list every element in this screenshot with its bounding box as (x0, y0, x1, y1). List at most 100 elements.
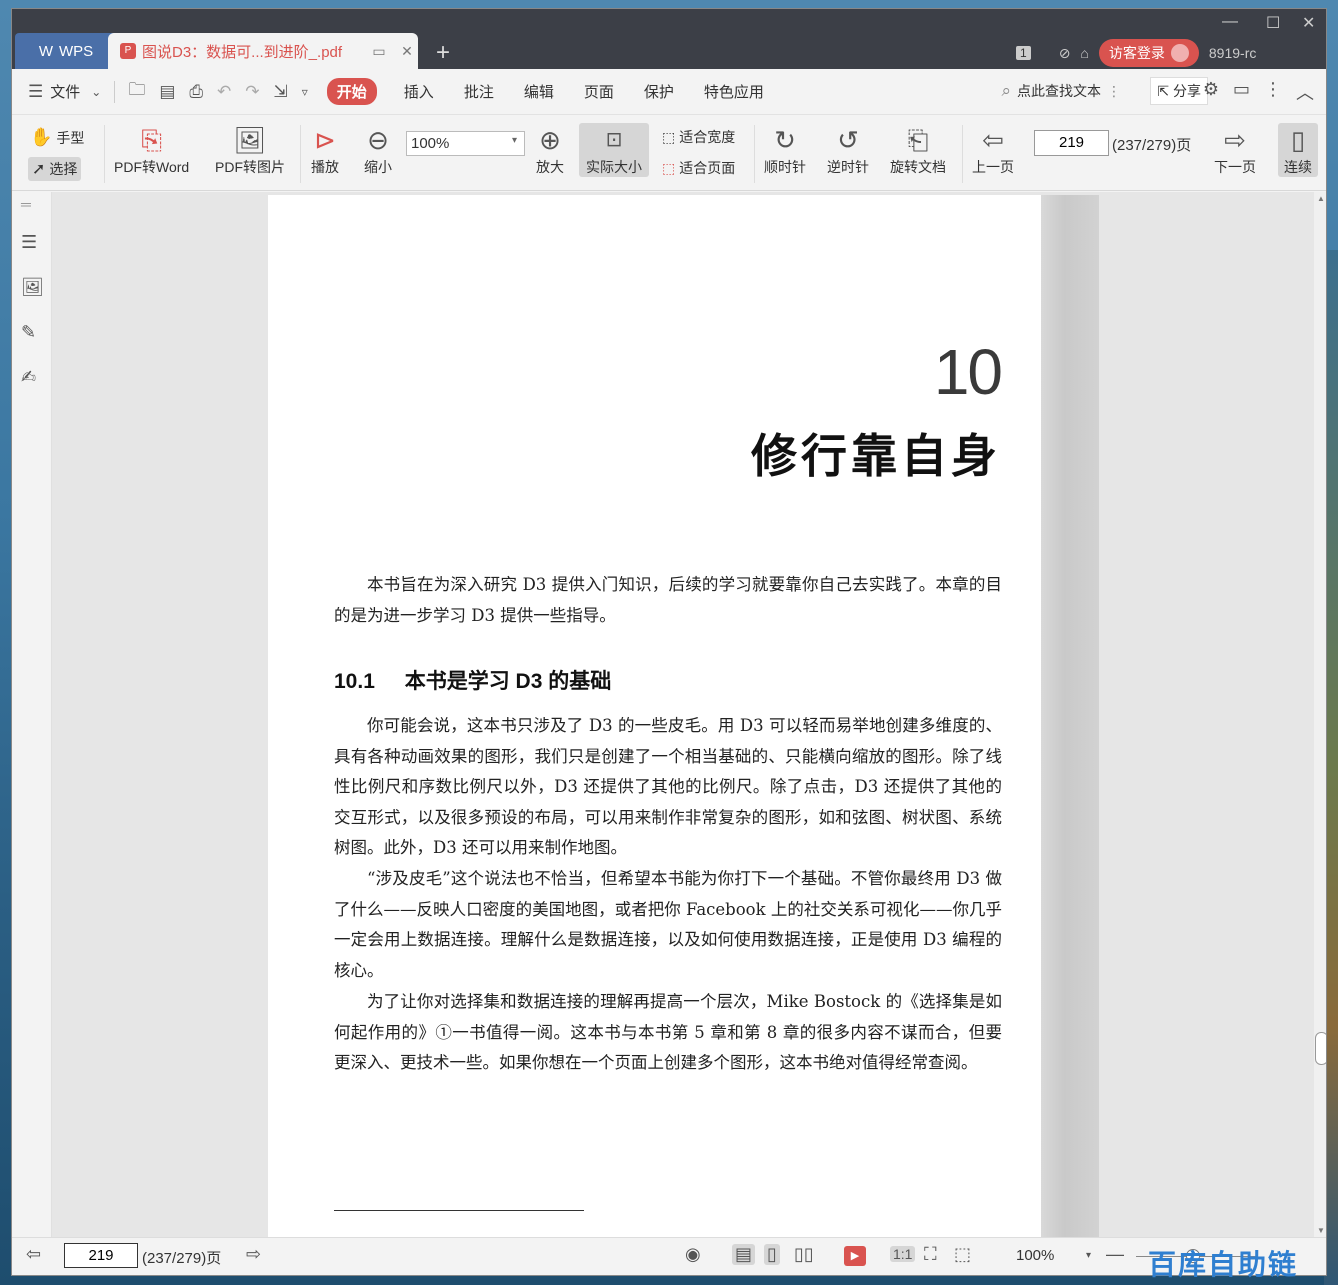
close-window-icon[interactable]: ✕ (1302, 13, 1315, 33)
more-dropdown-icon[interactable]: ▿ (295, 85, 315, 99)
toolbar-divider (754, 125, 755, 183)
settings-gear-icon[interactable]: ⚙ (1203, 79, 1219, 105)
menu-page[interactable]: 页面 (569, 81, 629, 102)
play-button[interactable]: ⊳ 播放 (311, 123, 339, 177)
minimize-icon[interactable]: — (1222, 13, 1238, 31)
menu-file[interactable]: 文件 (50, 81, 84, 102)
status-page-input[interactable]: 219 (64, 1243, 138, 1268)
status-bar: ⇦ 219 (237/279)页 ⇨ ◉ ▤ ▯ ▯▯ ▶ 1:1 ⛶ ⬚ 10… (12, 1237, 1326, 1275)
scroll-down-icon[interactable]: ▼ (1317, 1226, 1325, 1235)
more-options-icon[interactable]: ⋮ (1264, 79, 1282, 105)
thumbnail-image-icon[interactable]: 🖼 (21, 277, 44, 298)
annotation-pen-icon[interactable]: ✎ (21, 322, 36, 343)
actual-size-status-icon[interactable]: 1:1 (890, 1246, 916, 1262)
menu-annotate[interactable]: 批注 (449, 81, 509, 102)
actual-size-button[interactable]: ⊡ 实际大小 (579, 123, 649, 177)
login-label: 访客登录 (1108, 45, 1165, 61)
menu-protect[interactable]: 保护 (629, 81, 689, 102)
prev-page-button[interactable]: ⇦ 上一页 (972, 123, 1014, 177)
menu-special[interactable]: 特色应用 (689, 81, 779, 102)
continuous-view-icon[interactable]: ▤ (732, 1244, 756, 1265)
zoom-dropdown-icon[interactable]: ▾ (1086, 1250, 1091, 1261)
zoom-in-button[interactable]: ⊕ 放大 (536, 123, 564, 177)
share-button[interactable]: ⇱ 分享 (1150, 77, 1208, 105)
user-label: 8919-rc (1208, 45, 1257, 61)
wps-home-tab[interactable]: W WPS (15, 33, 117, 69)
menu-start[interactable]: 开始 (326, 78, 377, 105)
zoom-in-label: 放大 (536, 159, 564, 175)
pdf-to-image-button[interactable]: 🖼 PDF转图片 (215, 123, 285, 177)
undo-icon[interactable]: ↶ (210, 82, 238, 102)
menu-edit[interactable]: 编辑 (509, 81, 569, 102)
signature-icon[interactable]: ✍ (21, 367, 36, 388)
zoom-out-button[interactable]: ⊖ 缩小 (364, 123, 392, 177)
fit-page-status-icon[interactable]: ⛶ (924, 1244, 937, 1265)
rotate-counterclockwise-button[interactable]: ↺ 逆时针 (827, 123, 869, 177)
scroll-up-icon[interactable]: ▲ (1317, 194, 1325, 203)
fit-width-label: 适合宽度 (679, 129, 736, 145)
document-tab[interactable]: P 图说D3：数据可...到进阶_.pdf ▭ ✕ (108, 33, 418, 69)
chapter-title: 修行靠自身 (751, 429, 1001, 483)
collapse-chevron-icon[interactable]: ︿ (1296, 79, 1314, 105)
hamburger-menu-icon[interactable]: ☰ (12, 82, 50, 102)
maximize-icon[interactable]: ☐ (1266, 13, 1280, 33)
rotate-document-button[interactable]: ⎗ 旋转文档 (890, 123, 946, 177)
pin-icon[interactable]: ▭ (368, 43, 390, 60)
new-tab-button[interactable]: + (436, 39, 450, 67)
open-folder-icon[interactable]: 🗀 (121, 77, 152, 106)
slideshow-play-icon[interactable]: ▶ (844, 1246, 866, 1266)
document-viewer[interactable]: 10 修行靠自身 本书旨在为深入研究 D3 提供入门知识，后续的学习就要靠你自己… (52, 192, 1314, 1237)
save-icon[interactable]: ▤ (152, 82, 182, 102)
menu-insert[interactable]: 插入 (389, 81, 449, 102)
login-button[interactable]: 访客登录 (1098, 39, 1199, 67)
outline-icon[interactable]: ☰ (21, 232, 37, 253)
print-icon[interactable]: ⎙ (182, 82, 210, 102)
redo-icon[interactable]: ↷ (238, 82, 266, 102)
sidebar-grip-icon: ═ (21, 196, 31, 212)
chevron-down-icon[interactable]: ⌄ (84, 85, 108, 99)
next-page-button[interactable]: ⇨ 下一页 (1214, 123, 1256, 177)
eye-protection-icon[interactable]: ◉ (685, 1244, 701, 1265)
tab-count-badge[interactable]: 1 (1016, 46, 1031, 60)
search-box[interactable]: ⌕ 点此查找文本 ⋮ (1001, 81, 1121, 101)
zoom-input[interactable]: 100% (406, 131, 525, 156)
play-label: 播放 (311, 159, 339, 175)
rotate-document-label: 旋转文档 (890, 159, 946, 175)
zoom-minus-icon[interactable]: — (1106, 1244, 1124, 1265)
skin-icon[interactable]: ⌂ (1080, 45, 1088, 61)
vertical-scrollbar[interactable]: ▲ ▼ (1314, 192, 1326, 1237)
hand-label: 手型 (56, 129, 85, 146)
pdf-to-word-button[interactable]: ⎘ PDF转Word (114, 123, 189, 177)
status-prev-page-icon[interactable]: ⇦ (26, 1244, 41, 1265)
two-page-icon[interactable]: ▯▯ (794, 1244, 814, 1265)
fit-page-icon: ⬚ (662, 159, 676, 176)
continuous-button[interactable]: ▯ 连续 (1278, 123, 1318, 177)
single-page-icon[interactable]: ▯ (764, 1244, 780, 1265)
more-vertical-icon[interactable]: ⋮ (1107, 83, 1121, 100)
counterclockwise-label: 逆时针 (827, 159, 869, 175)
watermark-logo: 百库自助链 (1148, 1248, 1299, 1281)
document-tab-title: 图说D3：数据可...到进阶_.pdf (142, 43, 343, 61)
fit-page-button[interactable]: ⬚ 适合页面 (662, 158, 735, 178)
fit-width-button[interactable]: ⬚ 适合宽度 (662, 127, 735, 147)
toolbar-divider (104, 125, 105, 183)
pdf-file-icon: P (120, 43, 136, 59)
hand-tool[interactable]: ✋ 手型 (30, 127, 84, 148)
status-next-page-icon[interactable]: ⇨ (246, 1244, 261, 1265)
select-tool[interactable]: ➚ 选择 (28, 157, 82, 181)
scrollbar-thumb[interactable] (1315, 1032, 1326, 1065)
wps-logo-icon: W (38, 42, 53, 60)
chapter-number: 10 (933, 336, 1003, 408)
toolbar-divider (962, 125, 963, 183)
status-page-total: (237/279)页 (142, 1250, 222, 1267)
rotate-clockwise-button[interactable]: ↻ 顺时针 (764, 123, 806, 177)
pdf-to-word-icon: ⎘ (141, 125, 162, 155)
body-paragraph: 为了让你对选择集和数据连接的理解再提高一个层次，Mike Bostock 的《选… (334, 992, 1002, 1073)
export-icon[interactable]: ⇲ (267, 82, 295, 102)
fit-width-status-icon[interactable]: ⬚ (954, 1244, 971, 1265)
zoom-dropdown-icon[interactable]: ▾ (512, 135, 517, 146)
comment-icon[interactable]: ▭ (1233, 79, 1250, 105)
cloud-icon[interactable]: ⊘ (1059, 45, 1071, 62)
close-tab-icon[interactable]: ✕ (396, 43, 418, 60)
page-number-input[interactable]: 219 (1034, 130, 1109, 156)
